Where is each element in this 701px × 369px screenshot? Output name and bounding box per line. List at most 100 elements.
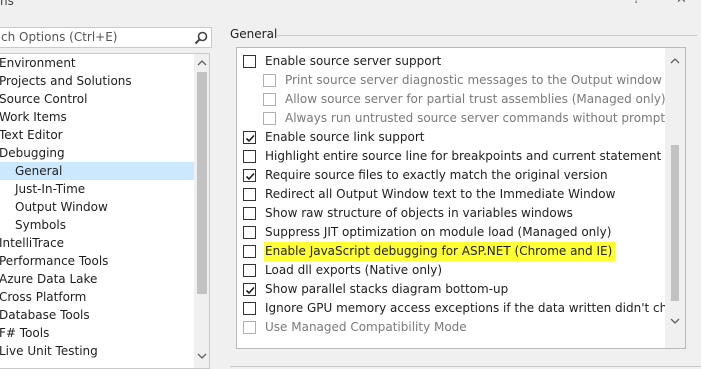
option-label: Print source server diagnostic messages … [285, 73, 662, 87]
options-scroll-down-icon[interactable] [670, 316, 680, 326]
tree-item[interactable]: Projects and Solutions [0, 72, 194, 90]
tree-item[interactable]: IntelliTrace [0, 234, 194, 252]
checkbox [243, 321, 256, 334]
checkbox[interactable] [243, 188, 256, 201]
option-label: Show raw structure of objects in variabl… [265, 206, 573, 220]
help-button[interactable]: ? [633, 0, 640, 7]
option-label: Enable source server support [265, 54, 442, 68]
option-row: Always run untrusted source server comma… [263, 109, 685, 128]
option-label: Suppress JIT optimization on module load… [265, 225, 612, 239]
tree-item[interactable]: Text Editor [0, 126, 194, 144]
option-row[interactable]: Redirect all Output Window text to the I… [243, 185, 685, 204]
tree-item-label: Just-In-Time [15, 182, 86, 196]
option-row[interactable]: Ignore GPU memory access exceptions if t… [243, 299, 685, 318]
tree-item[interactable]: F# Tools [0, 324, 194, 342]
option-row[interactable]: Load dll exports (Native only) [243, 261, 685, 280]
option-row[interactable]: Show raw structure of objects in variabl… [243, 204, 685, 223]
options-scroll-thumb[interactable] [671, 145, 679, 301]
search-placeholder: ch Options (Ctrl+E) [1, 30, 118, 44]
option-label: Enable source link support [265, 130, 425, 144]
close-button[interactable]: ✕ [676, 0, 687, 7]
option-label: Allow source server for partial trust as… [285, 92, 666, 106]
section-title: General [230, 27, 278, 41]
tree-item-label: F# Tools [0, 326, 50, 340]
scroll-up-arrow-icon[interactable] [197, 58, 207, 68]
tree-item[interactable]: Symbols [0, 216, 194, 234]
tree-item[interactable]: Database Tools [0, 306, 194, 324]
tree-item[interactable]: Azure Data Lake [0, 270, 194, 288]
option-label: Ignore GPU memory access exceptions if t… [265, 301, 685, 315]
checkbox[interactable] [243, 207, 256, 220]
options-scroll-up-icon[interactable] [670, 56, 680, 66]
tree-item-label: Cross Platform [0, 290, 87, 304]
option-row[interactable]: Require source files to exactly match th… [243, 166, 685, 185]
window-title: ns [0, 0, 14, 8]
tree-item[interactable]: Debugging [0, 144, 194, 162]
tree-item-label: Database Tools [0, 308, 90, 322]
tree-item-label: IntelliTrace [0, 236, 65, 250]
option-label: Highlight entire source line for breakpo… [265, 149, 686, 163]
option-row[interactable]: Highlight entire source line for breakpo… [243, 147, 686, 166]
checkbox[interactable] [243, 245, 256, 258]
option-label: Show parallel stacks diagram bottom-up [265, 282, 509, 296]
tree-item-label: General [15, 164, 63, 178]
checkbox-checked[interactable] [243, 131, 256, 144]
tree-item[interactable]: Cross Platform [0, 288, 194, 306]
option-row: Allow source server for partial trust as… [263, 90, 685, 109]
checkbox-checked[interactable] [243, 283, 256, 296]
tree-item[interactable]: Environment [0, 54, 194, 72]
tree-scrollbar[interactable] [194, 54, 209, 368]
tree-item-label: Debugging [0, 146, 65, 160]
scroll-down-arrow-icon[interactable] [197, 351, 207, 361]
tree-item-label: Azure Data Lake [0, 272, 98, 286]
checkmark-icon [245, 134, 255, 143]
option-row[interactable]: Suppress JIT optimization on module load… [243, 223, 685, 242]
option-label: Require source files to exactly match th… [265, 168, 608, 182]
option-row[interactable]: Show parallel stacks diagram bottom-up [243, 280, 685, 299]
tree-item[interactable]: General [0, 162, 194, 180]
checkbox [263, 74, 276, 87]
checkbox[interactable] [243, 55, 256, 68]
tree-item-label: Source Control [0, 92, 88, 106]
tree-item-label: Work Items [0, 110, 67, 124]
tree-item-label: Performance Tools [0, 254, 109, 268]
checkbox-checked[interactable] [243, 169, 256, 182]
tree-item[interactable]: Performance Tools [0, 252, 194, 270]
checkbox[interactable] [243, 264, 256, 277]
option-label: Always run untrusted source server comma… [285, 111, 684, 125]
option-label: Load dll exports (Native only) [265, 263, 443, 277]
search-options-input[interactable]: ch Options (Ctrl+E) [0, 27, 212, 48]
bottom-divider [230, 366, 701, 367]
tree-item-label: Live Unit Testing [0, 344, 98, 358]
checkbox[interactable] [243, 150, 256, 163]
option-row: Use Managed Compatibility Mode [243, 318, 685, 337]
option-row: Print source server diagnostic messages … [263, 71, 685, 90]
option-label: Enable JavaScript debugging for ASP.NET … [264, 242, 616, 261]
search-icon[interactable] [193, 30, 209, 46]
option-row[interactable]: Enable JavaScript debugging for ASP.NET … [243, 242, 685, 261]
checkbox[interactable] [243, 226, 256, 239]
option-label: Use Managed Compatibility Mode [265, 320, 467, 334]
option-row[interactable]: Enable source link support [243, 128, 685, 147]
checkbox [263, 93, 276, 106]
tree-item[interactable]: Source Control [0, 90, 194, 108]
options-tree[interactable]: Environment Projects and Solutions Source … [0, 53, 210, 369]
checkmark-icon [245, 286, 255, 295]
tree-item-label: Symbols [15, 218, 66, 232]
tree-item[interactable]: Work Items [0, 108, 194, 126]
tree-item[interactable]: Just-In-Time [0, 180, 194, 198]
checkbox [263, 112, 276, 125]
tree-scroll-thumb[interactable] [197, 72, 207, 294]
tree-item[interactable]: Live Unit Testing [0, 342, 194, 360]
tree-item[interactable]: Output Window [0, 198, 194, 216]
checkmark-icon [245, 172, 255, 181]
options-scrollbar[interactable] [665, 48, 685, 348]
tree-item-label: Environment [0, 56, 76, 70]
checkbox[interactable] [243, 302, 256, 315]
section-divider [277, 35, 697, 36]
tree-item-label: Projects and Solutions [0, 74, 132, 88]
tree-item-label: Output Window [15, 200, 108, 214]
option-row[interactable]: Enable source server support [243, 52, 685, 71]
tree-item-label: Text Editor [0, 128, 63, 142]
options-list[interactable]: Enable source server support Print source… [236, 47, 686, 349]
